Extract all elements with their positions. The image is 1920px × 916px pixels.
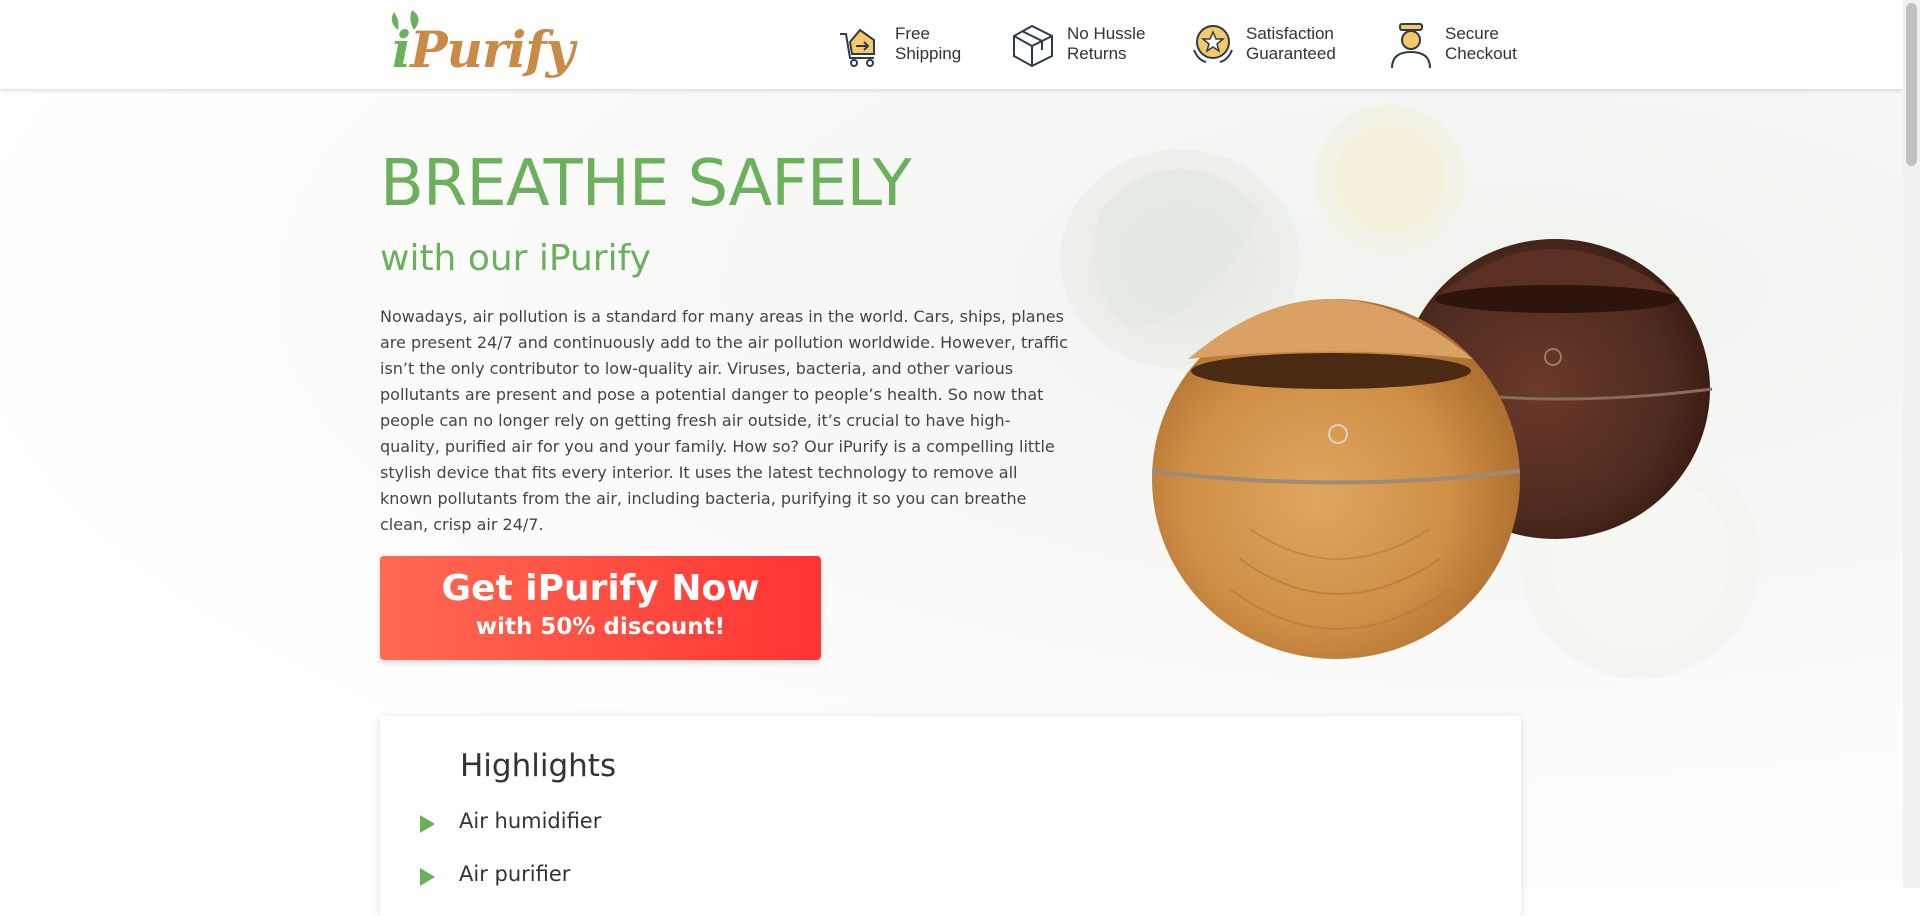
- shipping-cart-icon: [840, 28, 875, 67]
- logo-text: iPurify: [392, 20, 575, 79]
- badge-star-icon: [1193, 25, 1233, 63]
- site-header: iPurify FreeShipping No HussleReturns: [0, 0, 1903, 89]
- cta-subtitle: with 50% discount!: [475, 614, 726, 640]
- highlights-card: Highlights Air humidifier Air purifier: [380, 716, 1521, 916]
- logo[interactable]: iPurify: [386, 8, 575, 86]
- user-checkout-icon: [1391, 23, 1431, 68]
- hero-title: BREATHE SAFELY: [380, 147, 912, 221]
- triangle-bullet-icon: [420, 868, 435, 886]
- hero-description: Nowadays, air pollution is a standard fo…: [380, 307, 1068, 534]
- get-ipurify-button[interactable]: Get iPurify Now with 50% discount!: [380, 556, 821, 660]
- box-icon: [1013, 24, 1053, 68]
- highlights-title: Highlights: [460, 748, 617, 784]
- cta-title: Get iPurify Now: [441, 568, 760, 609]
- triangle-bullet-icon: [420, 815, 435, 833]
- product-image: [1060, 104, 1760, 679]
- scrollbar[interactable]: [1903, 0, 1920, 888]
- scrollbar-thumb[interactable]: [1906, 3, 1917, 166]
- hero-subtitle: with our iPurify: [380, 238, 651, 279]
